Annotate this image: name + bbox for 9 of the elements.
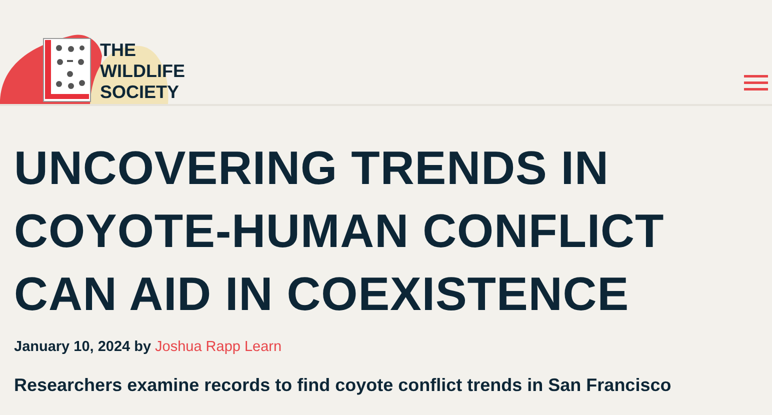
article-title: UNCOVERING TRENDS IN COYOTE-HUMAN CONFLICT CAN AID IN COEXISTENCE xyxy=(14,140,666,322)
logo-text: THE xyxy=(100,40,137,61)
emblem-icon xyxy=(43,38,91,102)
logo-text: SOCIETY xyxy=(100,82,180,103)
byline-text: by xyxy=(134,339,152,355)
article-date: January 10, 2024 xyxy=(14,339,130,355)
article-subtitle: Researchers examine records to find coyote conflict trends in San Francisco xyxy=(14,375,672,396)
author-link[interactable]: Joshua Rapp Learn xyxy=(155,339,282,355)
logo-text: WILDLIFE xyxy=(100,61,185,82)
